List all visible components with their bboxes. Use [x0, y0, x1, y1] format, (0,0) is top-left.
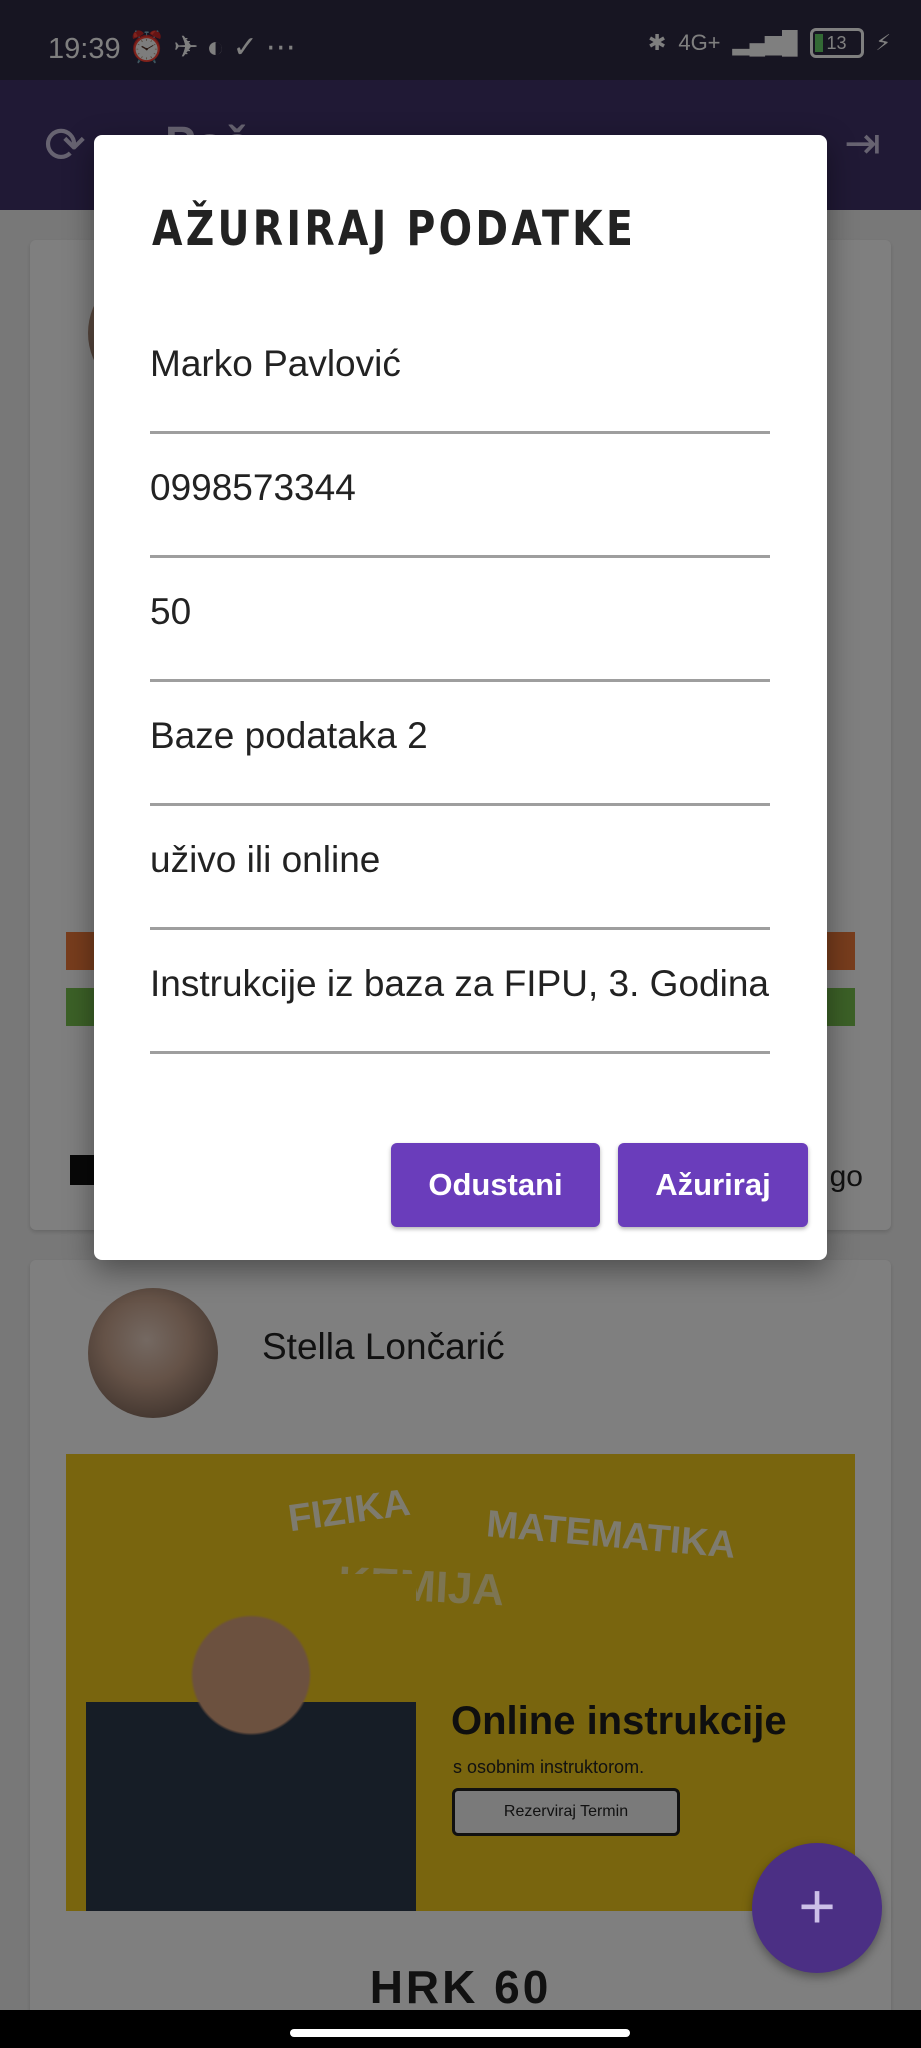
description-input[interactable]	[150, 963, 770, 1005]
cancel-button[interactable]: Odustani	[391, 1143, 600, 1227]
subject-field[interactable]	[150, 679, 770, 806]
add-button[interactable]: +	[752, 1843, 882, 1973]
mode-input[interactable]	[150, 839, 770, 881]
name-input[interactable]	[150, 343, 770, 385]
mode-field[interactable]	[150, 803, 770, 930]
dialog-title: AŽURIRAJ PODATKE	[152, 201, 637, 257]
update-dialog: AŽURIRAJ PODATKE Odustani Ažuriraj	[94, 135, 827, 1260]
update-button[interactable]: Ažuriraj	[618, 1143, 808, 1227]
price-input[interactable]	[150, 591, 770, 633]
home-handle[interactable]	[290, 2029, 630, 2037]
phone-field[interactable]	[150, 431, 770, 558]
subject-input[interactable]	[150, 715, 770, 757]
navigation-bar	[0, 2010, 921, 2048]
description-field[interactable]	[150, 927, 770, 1054]
name-field[interactable]	[150, 307, 770, 434]
phone-input[interactable]	[150, 467, 770, 509]
price-field[interactable]	[150, 555, 770, 682]
